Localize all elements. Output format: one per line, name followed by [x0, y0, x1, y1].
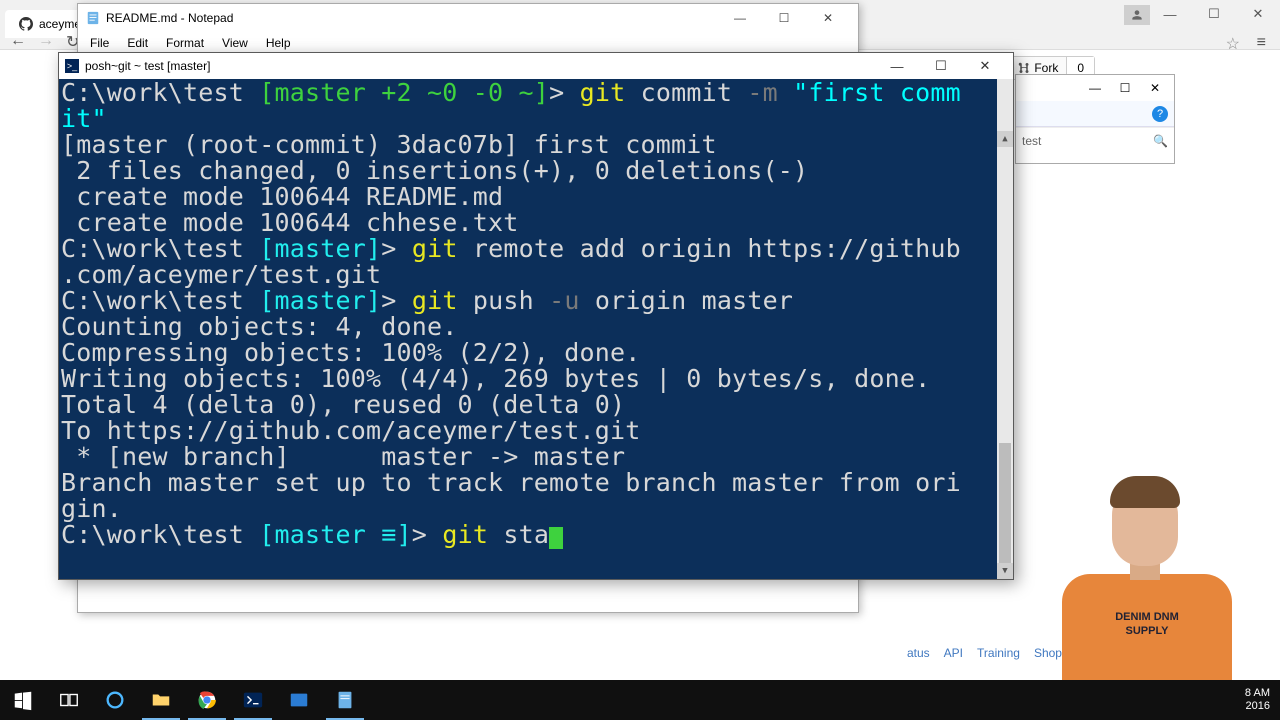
- footer-link[interactable]: Training: [977, 646, 1020, 660]
- terminal-scrollbar[interactable]: ▲ ▼: [997, 79, 1013, 579]
- chrome-menu-icon[interactable]: ≡: [1257, 34, 1266, 52]
- app-button-1[interactable]: [276, 680, 322, 720]
- maximize-button[interactable]: ☐: [1192, 0, 1236, 28]
- tray-date: 2016: [1245, 700, 1270, 713]
- explorer-taskbar-button[interactable]: [138, 680, 184, 720]
- minimize-button[interactable]: —: [718, 5, 762, 31]
- maximize-button[interactable]: ☐: [762, 5, 806, 31]
- notepad-menubar: File Edit Format View Help: [78, 32, 858, 54]
- taskview-button[interactable]: [46, 680, 92, 720]
- windows-taskbar: 8 AM 2016: [0, 680, 1280, 720]
- fork-icon: [1018, 62, 1030, 74]
- explorer-titlebar: — ☐ ✕: [1016, 75, 1174, 101]
- cortana-button[interactable]: [92, 680, 138, 720]
- menu-help[interactable]: Help: [258, 34, 299, 52]
- powershell-taskbar-icon: [242, 689, 264, 711]
- explorer-window[interactable]: — ☐ ✕ ? test 🔍: [1015, 74, 1175, 164]
- notepad-icon: [86, 11, 100, 25]
- notepad-taskbar-icon: [334, 689, 356, 711]
- minimize-button[interactable]: —: [875, 54, 919, 78]
- chrome-taskbar-button[interactable]: [184, 680, 230, 720]
- start-button[interactable]: [0, 680, 46, 720]
- windows-icon: [12, 689, 34, 711]
- terminal-title-text: posh~git ~ test [master]: [85, 59, 210, 73]
- scroll-thumb[interactable]: [999, 443, 1011, 563]
- maximize-button[interactable]: ☐: [1110, 81, 1140, 95]
- menu-file[interactable]: File: [82, 34, 117, 52]
- menu-view[interactable]: View: [214, 34, 256, 52]
- chrome-user-icon[interactable]: [1124, 5, 1150, 25]
- nav-forward-button[interactable]: →: [38, 32, 54, 52]
- person-icon: [1130, 8, 1144, 22]
- footer-link[interactable]: API: [944, 646, 963, 660]
- explorer-search-box[interactable]: test 🔍: [1016, 127, 1174, 153]
- bookmark-star-icon[interactable]: ☆: [1226, 34, 1240, 54]
- webcam-overlay: DENIM DNM SUPPLY: [1040, 470, 1250, 680]
- menu-format[interactable]: Format: [158, 34, 212, 52]
- scroll-down-arrow[interactable]: ▼: [997, 563, 1013, 579]
- browser-window-controls: — ☐ ✕: [1148, 0, 1280, 28]
- browser-nav: ← → ↻: [10, 32, 79, 52]
- powershell-taskbar-button[interactable]: [230, 680, 276, 720]
- tray-time: 8 AM: [1245, 687, 1270, 700]
- powershell-icon: >_: [65, 59, 79, 73]
- notepad-taskbar-button[interactable]: [322, 680, 368, 720]
- footer-link[interactable]: atus: [907, 646, 930, 660]
- cortana-icon: [104, 689, 126, 711]
- notepad-title-text: README.md - Notepad: [106, 11, 233, 25]
- close-button[interactable]: ✕: [806, 5, 850, 31]
- terminal-output[interactable]: C:\work\test [master +2 ~0 -0 ~]> git co…: [59, 79, 1013, 579]
- nav-back-button[interactable]: ←: [10, 32, 26, 52]
- search-icon: 🔍: [1153, 134, 1168, 148]
- app-icon: [288, 689, 310, 711]
- github-icon: [19, 17, 33, 31]
- close-button[interactable]: ✕: [1140, 81, 1170, 95]
- notepad-titlebar[interactable]: README.md - Notepad — ☐ ✕: [78, 4, 858, 32]
- folder-icon: [150, 689, 172, 711]
- menu-edit[interactable]: Edit: [119, 34, 156, 52]
- taskview-icon: [58, 689, 80, 711]
- close-button[interactable]: ✕: [963, 54, 1007, 78]
- minimize-button[interactable]: —: [1080, 81, 1110, 95]
- terminal-titlebar[interactable]: >_ posh~git ~ test [master] — ☐ ✕: [59, 53, 1013, 79]
- help-icon[interactable]: ?: [1152, 106, 1168, 122]
- minimize-button[interactable]: —: [1148, 0, 1192, 28]
- explorer-toolbar: ?: [1016, 101, 1174, 127]
- close-button[interactable]: ✕: [1236, 0, 1280, 28]
- maximize-button[interactable]: ☐: [919, 54, 963, 78]
- system-tray[interactable]: 8 AM 2016: [1245, 687, 1280, 713]
- chrome-icon: [196, 689, 218, 711]
- powershell-window[interactable]: >_ posh~git ~ test [master] — ☐ ✕ C:\wor…: [58, 52, 1014, 580]
- terminal-cursor: [549, 527, 563, 549]
